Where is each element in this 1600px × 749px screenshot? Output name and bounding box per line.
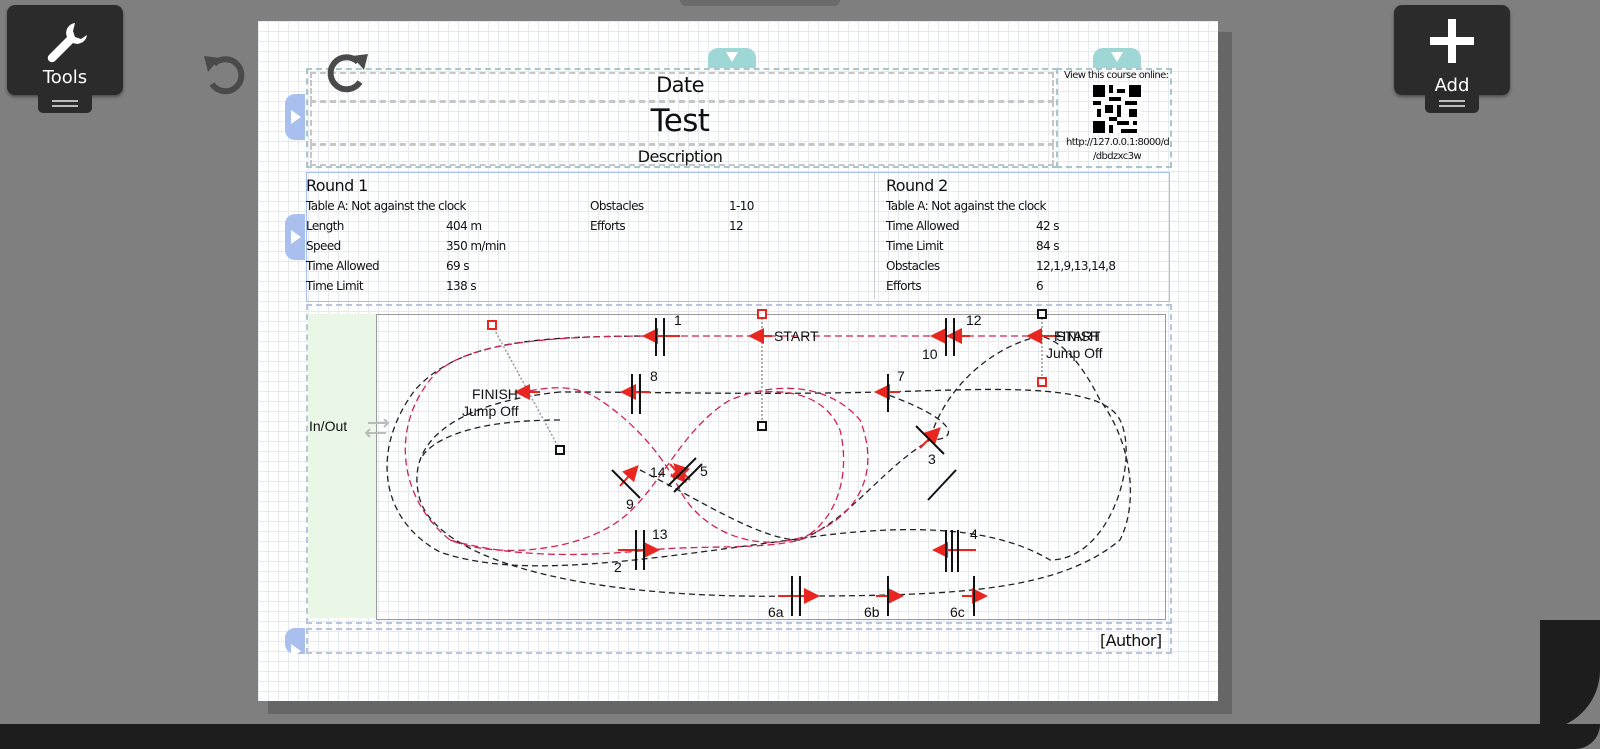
obstacle-number: 12 [966,312,982,328]
finish-label: FINISH [472,386,518,402]
obstacle-labels: 1 2 3 4 5 6a 6b 6c 7 8 9 10 12 13 14 STA… [462,312,1103,620]
author-text: [Author] [1100,631,1162,650]
obstacle-number: 4 [970,526,978,542]
wrench-icon [47,23,87,63]
jump-off-label: Jump Off [462,403,519,419]
add-label: Add [1434,75,1470,96]
obstacle-number: 10 [922,346,938,362]
obstacle-number: 2 [614,559,622,575]
tools-button[interactable]: Tools [7,5,123,95]
obstacle-number: 14 [650,464,666,480]
obstacle-number: 9 [626,496,634,512]
redo-icon[interactable] [322,48,372,94]
finish-label-overlap: FINISH [1054,328,1100,344]
add-button[interactable]: Add [1394,5,1510,96]
obstacle-number: 1 [674,312,682,328]
route-round1 [386,335,1131,597]
add-drawer-handle[interactable] [1425,95,1479,113]
jump-off-label: Jump Off [1046,345,1103,361]
tools-label: Tools [42,67,88,88]
obstacle-number: 6b [864,604,880,620]
footer-box[interactable] [306,628,1172,654]
obstacle-number: 6a [768,604,784,620]
jump-direction-arrows [514,328,1060,604]
route-jumpoff [404,335,1040,556]
obstacle-number: 8 [650,368,658,384]
tools-drawer-handle[interactable] [38,95,92,113]
obstacle-number: 7 [897,368,905,384]
obstacle-number: 6c [950,604,965,620]
plus-icon [1430,19,1474,63]
undo-icon[interactable] [200,50,250,96]
obstacle-number: 3 [928,451,936,467]
start-label: START [774,328,819,344]
obstacle-number: 13 [652,526,668,542]
obstacle-number: 5 [700,463,708,479]
